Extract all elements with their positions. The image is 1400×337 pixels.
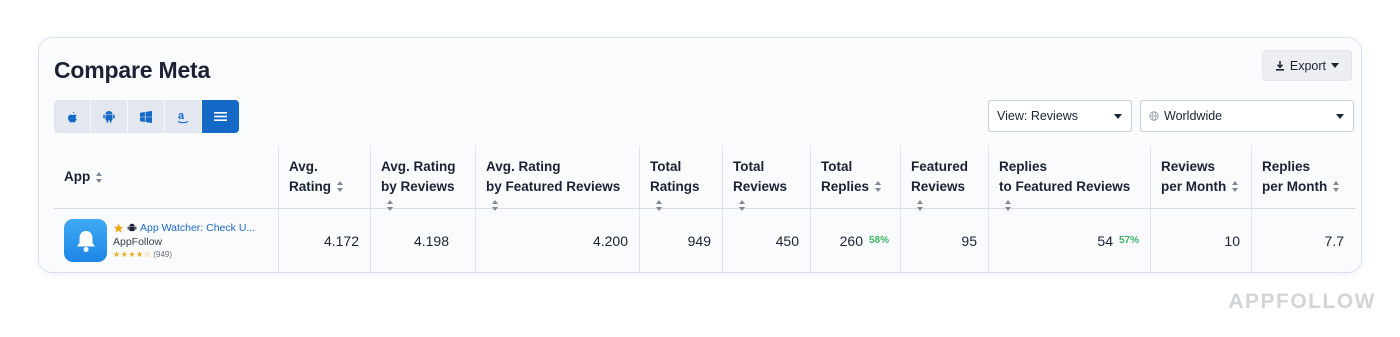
caret-down-icon <box>1336 114 1344 119</box>
cell-reviews-per-month: 10 <box>1151 209 1252 272</box>
country-select-value: Worldwide <box>1164 109 1223 123</box>
app-info: App Watcher: Check U... AppFollow ★★★★☆(… <box>113 222 255 259</box>
column-header-featured-reviews[interactable]: Featured Reviews <box>901 146 989 211</box>
column-header-avg-rating[interactable]: Avg. Rating <box>279 146 371 208</box>
compare-meta-card: Compare Meta Export a View: Reviews Worl… <box>38 37 1362 273</box>
sort-icon <box>96 171 103 183</box>
bell-icon <box>76 230 95 252</box>
list-icon <box>214 112 227 121</box>
view-select[interactable]: View: Reviews <box>988 100 1132 132</box>
app-title-line: App Watcher: Check U... <box>113 222 255 234</box>
app-cell: App Watcher: Check U... AppFollow ★★★★☆(… <box>54 209 279 272</box>
column-header-replies-per-month[interactable]: Replies per Month <box>1252 146 1355 208</box>
page-title: Compare Meta <box>54 57 211 83</box>
country-select[interactable]: Worldwide <box>1140 100 1354 132</box>
sort-icon <box>337 180 344 192</box>
sort-icon <box>656 200 663 211</box>
appfollow-watermark: APPFOLLOW <box>1228 290 1376 313</box>
table-header: App Avg. Rating Avg. Rating by Reviews A… <box>54 146 1355 211</box>
rating-stars: ★★★★☆ <box>113 250 152 259</box>
platform-apple-button[interactable] <box>54 100 91 133</box>
cell-avg-rating-by-featured: 4.200 <box>476 209 640 272</box>
column-header-total-ratings[interactable]: Total Ratings <box>640 146 723 211</box>
sort-icon <box>387 200 394 211</box>
cell-avg-rating-by-reviews: 4.198 <box>371 209 476 272</box>
rating-count: (949) <box>153 250 173 259</box>
view-select-value: View: Reviews <box>997 109 1079 123</box>
column-header-total-replies[interactable]: Total Replies <box>811 146 901 208</box>
sort-icon <box>739 200 746 211</box>
replies-featured-value: 54 <box>1097 232 1113 249</box>
cell-total-replies: 260 58% <box>811 209 901 272</box>
globe-icon <box>1149 111 1159 121</box>
cell-total-ratings: 949 <box>640 209 723 272</box>
apple-icon <box>67 111 77 123</box>
caret-down-icon <box>1114 114 1122 119</box>
cell-replies-to-featured: 54 57% <box>989 209 1151 272</box>
column-header-total-reviews[interactable]: Total Reviews <box>723 146 811 211</box>
platform-amazon-button[interactable]: a <box>165 100 202 133</box>
app-publisher: AppFollow <box>113 236 163 248</box>
windows-icon <box>140 110 152 123</box>
svg-text:a: a <box>178 110 185 122</box>
column-header-avg-rating-by-featured[interactable]: Avg. Rating by Featured Reviews <box>476 146 640 211</box>
sort-icon <box>1333 180 1340 192</box>
export-label: Export <box>1289 58 1326 73</box>
table-row: App Watcher: Check U... AppFollow ★★★★☆(… <box>54 209 1355 272</box>
sort-icon <box>875 180 882 192</box>
export-button[interactable]: Export <box>1261 50 1352 81</box>
cell-featured-reviews: 95 <box>901 209 989 272</box>
android-icon <box>127 223 137 232</box>
download-icon <box>1275 60 1284 71</box>
platform-filter: a <box>54 100 239 133</box>
total-replies-value: 260 <box>839 232 863 249</box>
platform-all-button[interactable] <box>202 100 239 133</box>
star-icon[interactable] <box>113 223 124 234</box>
compare-table: App Avg. Rating Avg. Rating by Reviews A… <box>54 146 1355 272</box>
replies-featured-percent: 57% <box>1118 235 1139 246</box>
column-header-avg-rating-by-reviews[interactable]: Avg. Rating by Reviews <box>371 146 476 211</box>
column-header-replies-to-featured[interactable]: Replies to Featured Reviews <box>989 146 1151 211</box>
platform-windows-button[interactable] <box>128 100 165 133</box>
sort-icon <box>492 200 499 211</box>
app-name-link[interactable]: App Watcher: Check U... <box>140 222 255 234</box>
cell-replies-per-month: 7.7 <box>1324 232 1344 249</box>
column-header-reviews-per-month[interactable]: Reviews per Month <box>1151 146 1252 208</box>
sort-icon <box>1005 200 1012 211</box>
sort-icon <box>917 200 924 211</box>
amazon-icon: a <box>177 110 189 123</box>
caret-down-icon <box>1331 63 1339 68</box>
cell-total-reviews: 450 <box>723 209 811 272</box>
android-icon <box>103 111 115 123</box>
cell-avg-rating: 4.172 <box>279 209 371 272</box>
platform-android-button[interactable] <box>91 100 128 133</box>
app-icon[interactable] <box>64 219 107 262</box>
total-replies-percent: 58% <box>868 235 889 246</box>
sort-icon <box>1232 180 1239 192</box>
app-rating: ★★★★☆ (949) <box>113 250 255 259</box>
column-header-app[interactable]: App <box>54 146 279 208</box>
